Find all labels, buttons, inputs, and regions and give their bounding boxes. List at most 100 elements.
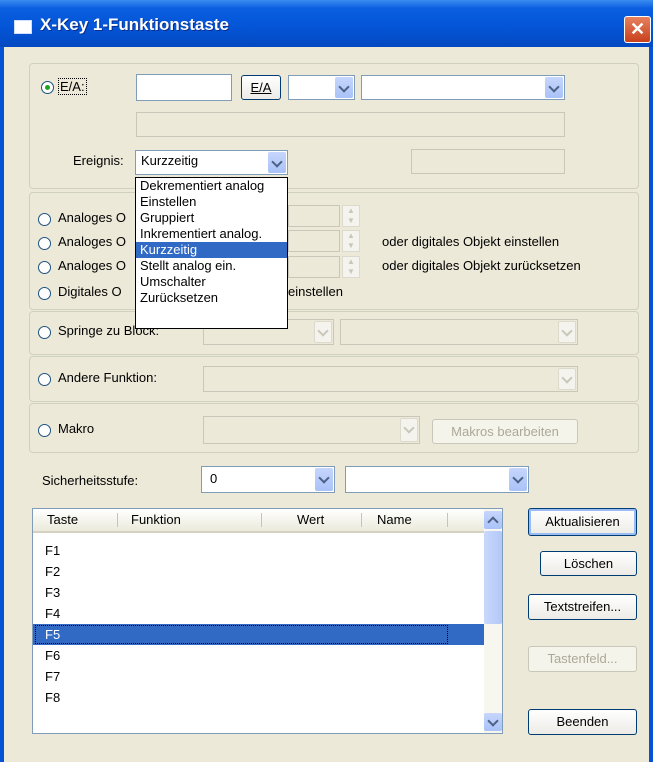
analog-radio-3[interactable] <box>38 261 51 274</box>
analog-value-1 <box>288 205 340 227</box>
chevron-down-icon <box>400 418 418 442</box>
chevron-down-icon <box>335 77 353 98</box>
title-bar[interactable]: X-Key 1-Funktionstaste ✕ <box>0 0 653 47</box>
macro-radio[interactable] <box>38 424 51 437</box>
dropdown-option[interactable]: Umschalter <box>136 274 287 290</box>
ea-type-select[interactable] <box>288 75 355 100</box>
window-title: X-Key 1-Funktionstaste <box>40 15 229 34</box>
row-key: F6 <box>45 648 61 663</box>
analog-spinner-2: ▲ ▼ <box>342 230 360 252</box>
column-header-key[interactable]: Taste <box>47 512 78 527</box>
column-divider[interactable] <box>117 513 118 527</box>
column-header-name[interactable]: Name <box>377 512 412 527</box>
dropdown-option[interactable]: Einstellen <box>136 194 287 210</box>
scroll-up-button[interactable] <box>484 511 502 529</box>
ea-browse-button[interactable]: E/A <box>241 75 281 100</box>
analog-spinner-1: ▲ ▼ <box>342 205 360 227</box>
ea-radio-label: E/A: <box>58 78 87 95</box>
text-strips-button[interactable]: Textstreifen... <box>528 594 637 620</box>
macro-label: Makro <box>58 421 95 436</box>
scroll-down-button[interactable] <box>484 713 502 731</box>
table-row[interactable]: F2 <box>33 561 484 582</box>
window-frame-right <box>649 47 653 762</box>
digital-label: Digitales O <box>58 284 122 299</box>
analog-label-2: Analoges O <box>58 234 126 249</box>
refresh-button[interactable]: Aktualisieren <box>528 508 637 536</box>
chevron-down-icon <box>509 468 527 491</box>
table-row[interactable]: F7 <box>33 666 484 687</box>
security-level-value: 0 <box>210 471 218 486</box>
chevron-down-icon <box>558 368 576 390</box>
chevron-down-icon <box>315 468 333 491</box>
analog-value-2 <box>288 230 340 252</box>
table-row-selected[interactable]: F5 <box>33 624 484 645</box>
analog-label-1: Analoges O <box>58 210 126 225</box>
ea-bit-select[interactable] <box>361 75 565 100</box>
list-scrollbar[interactable] <box>484 509 502 733</box>
ea-address-input[interactable] <box>136 74 232 101</box>
row-key: F2 <box>45 564 61 579</box>
macro-select <box>203 416 420 444</box>
other-function-label: Andere Funktion: <box>58 370 158 385</box>
chevron-down-icon <box>268 152 286 173</box>
exit-button[interactable]: Beenden <box>528 709 637 735</box>
dialog-window: X-Key 1-Funktionstaste ✕ E/A: E/A Ereign… <box>0 0 653 762</box>
set-object-note: oder digitales Objekt einstellen <box>382 234 560 249</box>
analog-label-3: Analoges O <box>58 258 126 273</box>
list-header: Taste Funktion Wert Name <box>33 509 484 533</box>
analog-radio-1[interactable] <box>38 213 51 226</box>
table-row[interactable]: F1 <box>33 540 484 561</box>
column-divider[interactable] <box>447 513 448 527</box>
chevron-down-icon <box>558 321 576 343</box>
key-list[interactable]: Taste Funktion Wert Name F1 F2 F3 F4 F5 … <box>32 508 503 734</box>
chevron-down-icon <box>545 77 563 98</box>
dropdown-option[interactable]: Zurücksetzen <box>136 290 287 306</box>
ea-description-field <box>136 112 565 137</box>
analog-spinner-3: ▲ ▼ <box>342 256 360 278</box>
table-row[interactable]: F4 <box>33 603 484 624</box>
reset-object-note: oder digitales Objekt zurücksetzen <box>382 258 581 273</box>
window-frame-left <box>0 47 4 762</box>
event-dropdown-list[interactable]: Dekrementiert analog Einstellen Gruppier… <box>135 177 288 329</box>
security-detail-select[interactable] <box>345 466 529 493</box>
dropdown-option[interactable]: Inkrementiert analog. <box>136 226 287 242</box>
dropdown-option-selected[interactable]: Kurzzeitig <box>136 242 287 258</box>
row-key: F4 <box>45 606 61 621</box>
ea-browse-button-label: E/A <box>250 80 272 95</box>
row-key: F7 <box>45 669 61 684</box>
table-row[interactable]: F6 <box>33 645 484 666</box>
other-function-radio[interactable] <box>38 373 51 386</box>
delete-button[interactable]: Löschen <box>540 551 637 576</box>
analog-value-3 <box>288 256 340 278</box>
column-divider[interactable] <box>261 513 262 527</box>
window-icon <box>14 20 32 34</box>
dropdown-option[interactable]: Stellt analog ein. <box>136 258 287 274</box>
event-label: Ereignis: <box>73 153 124 168</box>
event-value-field <box>411 149 565 174</box>
close-button[interactable]: ✕ <box>624 16 651 43</box>
table-row[interactable]: F8 <box>33 687 484 708</box>
digital-radio[interactable] <box>38 287 51 300</box>
event-select-value: Kurzzeitig <box>141 153 199 168</box>
column-header-function[interactable]: Funktion <box>131 512 181 527</box>
event-select[interactable]: Kurzzeitig <box>135 150 288 175</box>
ea-radio[interactable] <box>41 81 54 94</box>
keypad-button: Tastenfeld... <box>528 646 637 672</box>
row-key: F8 <box>45 690 61 705</box>
jump-radio[interactable] <box>38 326 51 339</box>
security-level-select[interactable]: 0 <box>201 466 335 493</box>
column-divider[interactable] <box>361 513 362 527</box>
edit-macros-button: Makros bearbeiten <box>432 419 578 444</box>
chevron-down-icon <box>314 321 332 343</box>
column-header-value[interactable]: Wert <box>297 512 324 527</box>
row-key: F3 <box>45 585 61 600</box>
other-function-select <box>203 366 578 392</box>
scroll-thumb[interactable] <box>484 531 502 624</box>
digital-suffix-label: einstellen <box>288 284 343 299</box>
dropdown-option[interactable]: Gruppiert <box>136 210 287 226</box>
dropdown-option[interactable]: Dekrementiert analog <box>136 178 287 194</box>
row-key: F1 <box>45 543 61 558</box>
table-row[interactable]: F3 <box>33 582 484 603</box>
analog-radio-2[interactable] <box>38 237 51 250</box>
security-level-label: Sicherheitsstufe: <box>42 473 139 488</box>
